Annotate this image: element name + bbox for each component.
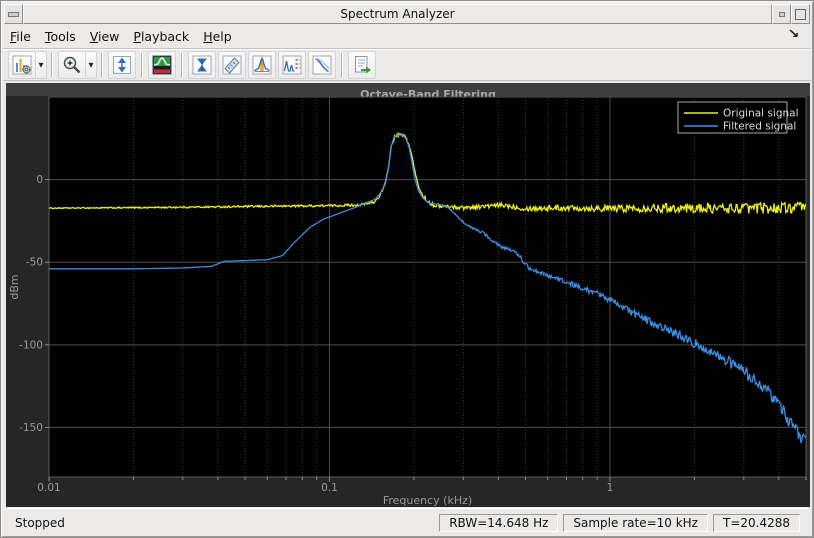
zoom-in-icon (61, 54, 83, 76)
status-field: RBW=14.648 Hz (439, 514, 558, 532)
svg-text:Original signal: Original signal (723, 108, 798, 120)
statusbar: Stopped RBW=14.648 Hz Sample rate=10 kHz T… (4, 508, 810, 536)
dock-arrow-icon[interactable]: ↘ (788, 27, 800, 42)
cursor-measurements-icon (191, 54, 213, 76)
spectrum-view-icon (151, 54, 173, 76)
status-field: Sample rate=10 kHz (563, 514, 708, 532)
window-menu-icon (8, 12, 19, 17)
svg-text:0: 0 (36, 174, 43, 186)
autoscale-y-button[interactable] (108, 51, 136, 79)
svg-text:0.01: 0.01 (37, 482, 60, 494)
cursor-measurements-button[interactable] (188, 51, 216, 79)
window-menu-button[interactable] (4, 4, 23, 24)
chevron-down-icon: ▼ (39, 61, 44, 69)
svg-text:1: 1 (607, 482, 614, 494)
spectrum-analyzer-window: Spectrum Analyzer FileToolsViewPlaybackH… (0, 0, 814, 538)
menu-tools[interactable]: Tools (38, 27, 83, 46)
menu-playback[interactable]: Playback (126, 27, 196, 46)
menubar: FileToolsViewPlaybackHelp ↘ (3, 25, 811, 49)
menu-view[interactable]: View (83, 27, 127, 46)
ccdf-measurements-button[interactable] (308, 51, 336, 79)
toolbar-separator (51, 53, 53, 77)
svg-text:0.1: 0.1 (321, 482, 338, 494)
ccdf-measurements-icon (311, 54, 333, 76)
toolbar-separator (181, 53, 183, 77)
chevron-down-icon: ▼ (89, 61, 94, 69)
minimize-icon (779, 12, 785, 17)
spectrum-view-button[interactable] (148, 51, 176, 79)
toolbar-separator (101, 53, 103, 77)
titlebar[interactable]: Spectrum Analyzer (4, 4, 810, 24)
window-title: Spectrum Analyzer (340, 7, 454, 21)
signal-ruler-icon (221, 54, 243, 76)
toolbar-separator (341, 53, 343, 77)
maximize-icon (795, 9, 806, 20)
svg-text:-150: -150 (19, 422, 43, 434)
minimize-button[interactable] (772, 4, 791, 24)
peak-finder-icon (251, 54, 273, 76)
zoom-in-button[interactable] (58, 51, 86, 79)
menu-file[interactable]: File (3, 27, 38, 46)
y-axis-label: dBm (8, 274, 21, 299)
menu-help[interactable]: Help (196, 27, 239, 46)
zoom-in-dropdown-button[interactable]: ▼ (86, 51, 97, 79)
legend[interactable]: Original signalFiltered signal (678, 102, 798, 133)
peak-finder-button[interactable] (248, 51, 276, 79)
status-text: Stopped (15, 516, 439, 530)
signal-ruler-button[interactable] (218, 51, 246, 79)
export-report-icon (351, 54, 373, 76)
status-field: T=20.4288 (713, 514, 800, 532)
scope-panel: Octave-Band Filtering 0.010.110-50-100-1… (6, 83, 810, 507)
spectrum-settings-button[interactable] (8, 51, 36, 79)
export-report-button[interactable] (348, 51, 376, 79)
distortion-measurements-icon (281, 54, 303, 76)
svg-text:-50: -50 (26, 257, 43, 269)
spectrum-settings-icon (11, 54, 33, 76)
maximize-button[interactable] (791, 4, 810, 24)
autoscale-y-icon (111, 54, 133, 76)
spectrum-settings-dropdown-button[interactable]: ▼ (36, 51, 47, 79)
x-axis-label: Frequency (kHz) (383, 494, 472, 507)
svg-text:Filtered signal: Filtered signal (723, 121, 796, 133)
svg-text:-100: -100 (19, 339, 43, 351)
spectrum-plot[interactable]: 0.01 0.1 1 0 -50 -100 -150 Frequency (kHz) dBm O… (6, 83, 810, 507)
toolbar-separator (141, 53, 143, 77)
distortion-measurements-button[interactable] (278, 51, 306, 79)
toolbar: ▼▼ (3, 50, 811, 81)
